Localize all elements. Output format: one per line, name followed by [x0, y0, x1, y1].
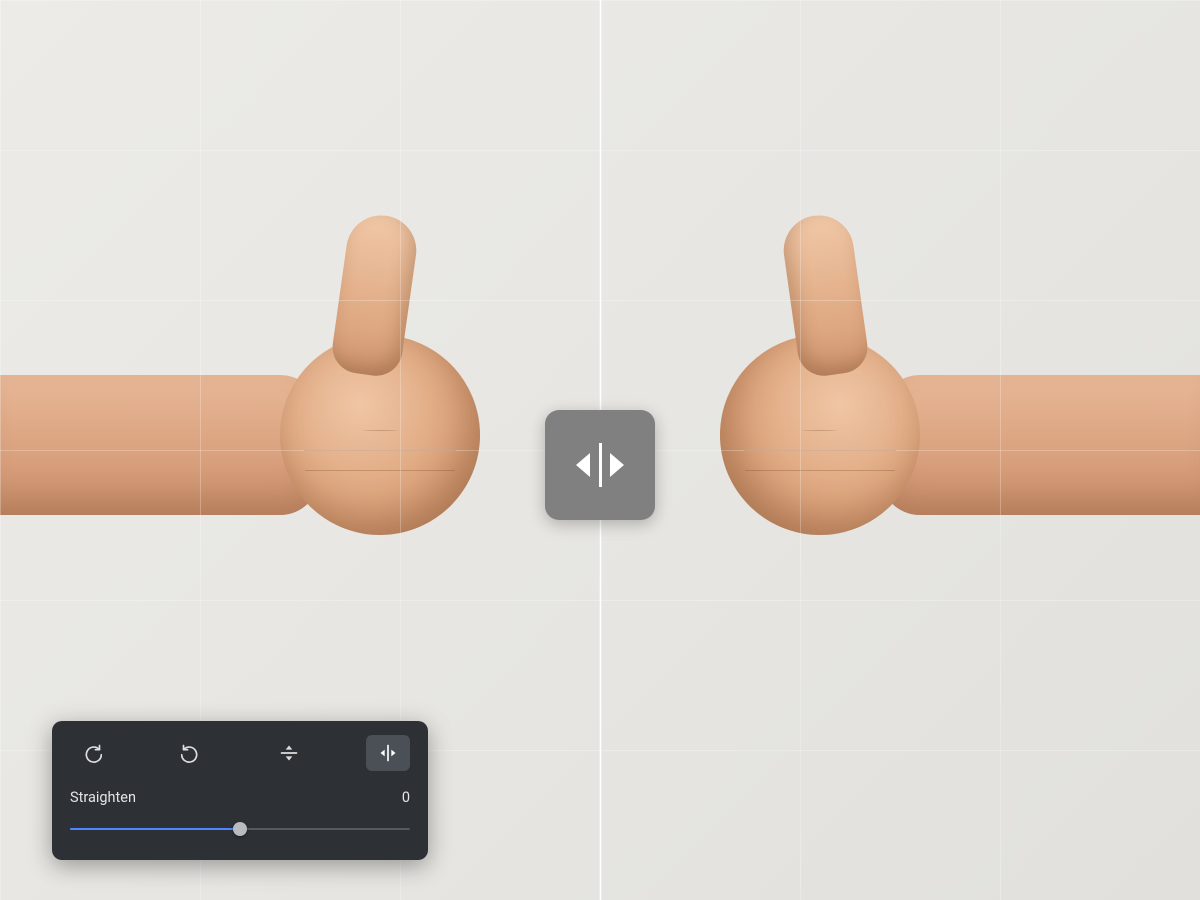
after-image [600, 0, 1200, 900]
rotate-cw-icon [82, 743, 102, 763]
compare-handle[interactable] [545, 410, 655, 520]
slider-thumb[interactable] [233, 822, 247, 836]
slider-track-fill [70, 828, 240, 830]
hand-illustration [0, 275, 520, 555]
flip-vertical-icon [279, 743, 299, 763]
compare-horizontal-icon [568, 439, 632, 491]
flip-horizontal-button[interactable] [366, 735, 410, 771]
rotate-cw-button[interactable] [70, 735, 114, 771]
image-compare-canvas: Straighten 0 [0, 0, 1200, 900]
rotate-ccw-icon [181, 743, 201, 763]
rotate-tools-row [70, 735, 410, 771]
flip-vertical-button[interactable] [267, 735, 311, 771]
straighten-value: 0 [402, 789, 410, 806]
flip-horizontal-icon [378, 743, 398, 763]
rotate-panel: Straighten 0 [52, 721, 428, 860]
hand-illustration-flipped [680, 275, 1200, 555]
rotate-ccw-button[interactable] [169, 735, 213, 771]
straighten-slider[interactable] [70, 820, 410, 838]
straighten-row: Straighten 0 [70, 789, 410, 806]
straighten-label: Straighten [70, 789, 136, 806]
